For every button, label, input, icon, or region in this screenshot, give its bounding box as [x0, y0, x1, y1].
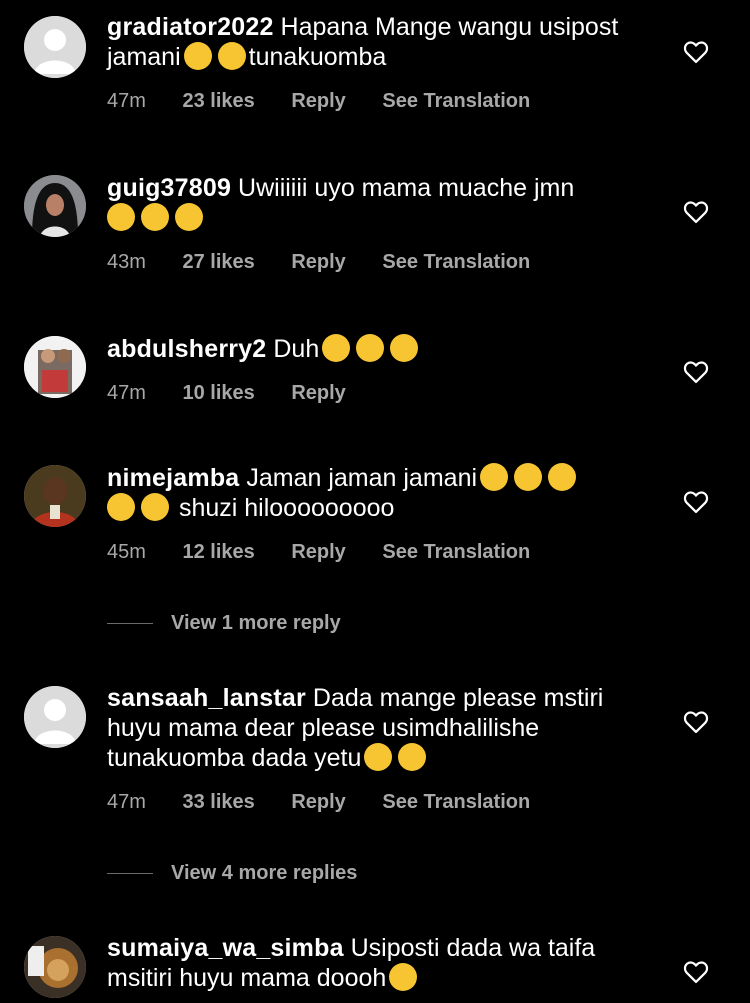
- comment-time: 47m: [107, 382, 146, 404]
- thread-line: [107, 873, 153, 875]
- comment-message-end: shuzi hilooooooooo: [178, 494, 395, 522]
- tears-of-joy-face-icon: [514, 463, 543, 491]
- avatar[interactable]: [24, 686, 86, 748]
- comment-username[interactable]: abdulsherry2: [107, 335, 266, 363]
- comment-text: sansaah_lanstar Dada mange please mstiri…: [107, 683, 647, 773]
- comment-username[interactable]: guig37809: [107, 174, 231, 202]
- heart-icon[interactable]: [682, 958, 710, 986]
- crying-face-icon: [141, 203, 169, 231]
- likes-count[interactable]: 33 likes: [182, 791, 254, 814]
- crying-face-icon: [398, 743, 427, 771]
- avatar[interactable]: [24, 936, 86, 998]
- astonished-face-icon: [322, 334, 351, 362]
- reply-button[interactable]: Reply: [291, 382, 345, 405]
- comment-text: nimejamba Jaman jaman jamani shuzi hiloo…: [107, 463, 647, 523]
- reply-button[interactable]: Reply: [291, 541, 345, 564]
- comment-text: sumaiya_wa_simba Usiposti dada wa taifa …: [107, 933, 647, 993]
- avatar[interactable]: [24, 336, 86, 398]
- comment-username[interactable]: sansaah_lanstar: [107, 684, 306, 712]
- heart-icon[interactable]: [682, 708, 710, 736]
- comment-time: 47m: [107, 90, 146, 112]
- comment-message: Duh: [273, 335, 320, 363]
- comment-time: 45m: [107, 541, 146, 563]
- comment-message: Jaman jaman jamani: [246, 464, 478, 492]
- tears-of-joy-face-icon: [141, 493, 169, 521]
- tears-of-joy-face-icon: [480, 463, 509, 491]
- view-more-label: View 1 more reply: [171, 612, 341, 634]
- astonished-face-icon: [390, 334, 419, 362]
- likes-count[interactable]: 12 likes: [182, 541, 254, 564]
- avatar[interactable]: [24, 16, 86, 78]
- comment-text: guig37809 Uwiiiiii uyo mama muache jmn: [107, 173, 647, 233]
- clapping-hands-icon: [364, 743, 393, 771]
- heart-icon[interactable]: [682, 38, 710, 66]
- crying-face-icon: [183, 42, 212, 70]
- heart-icon[interactable]: [682, 488, 710, 516]
- tears-of-joy-face-icon: [107, 493, 135, 521]
- see-translation-button[interactable]: See Translation: [382, 251, 530, 274]
- view-more-replies-button[interactable]: View 1 more reply: [107, 612, 341, 635]
- crying-face-icon: [175, 203, 203, 231]
- heart-icon[interactable]: [682, 198, 710, 226]
- tears-of-joy-face-icon: [548, 463, 577, 491]
- likes-count[interactable]: 23 likes: [182, 90, 254, 113]
- crying-face-icon: [217, 42, 246, 70]
- comment-meta: 43m 27 likes Reply See Translation: [107, 251, 647, 274]
- see-translation-button[interactable]: See Translation: [382, 791, 530, 814]
- likes-count[interactable]: 27 likes: [182, 251, 254, 274]
- reply-button[interactable]: Reply: [291, 90, 345, 113]
- comment-meta: 47m 23 likes Reply See Translation: [107, 90, 647, 113]
- reply-button[interactable]: Reply: [291, 251, 345, 274]
- comment-message: Uwiiiiii uyo mama muache jmn: [238, 174, 575, 202]
- comment-meta: 47m 10 likes Reply: [107, 382, 647, 405]
- thread-line: [107, 623, 153, 625]
- crying-face-icon: [107, 203, 135, 231]
- view-more-replies-button[interactable]: View 4 more replies: [107, 862, 357, 885]
- comment-time: 43m: [107, 251, 146, 273]
- comment-message-end: tunakuomba: [248, 43, 387, 71]
- comment-time: 47m: [107, 791, 146, 813]
- comment-meta: 47m 33 likes Reply See Translation: [107, 791, 647, 814]
- heart-icon[interactable]: [682, 358, 710, 386]
- avatar[interactable]: [24, 465, 86, 527]
- see-translation-button[interactable]: See Translation: [382, 90, 530, 113]
- comment-meta: 45m 12 likes Reply See Translation: [107, 541, 647, 564]
- avatar[interactable]: [24, 175, 86, 237]
- comment-username[interactable]: gradiator2022: [107, 13, 274, 41]
- see-translation-button[interactable]: See Translation: [382, 541, 530, 564]
- comment-text: abdulsherry2 Duh: [107, 334, 647, 364]
- comment-text: gradiator2022 Hapana Mange wangu usipost…: [107, 12, 647, 72]
- view-more-label: View 4 more replies: [171, 862, 358, 884]
- likes-count[interactable]: 10 likes: [182, 382, 254, 405]
- comment-username[interactable]: sumaiya_wa_simba: [107, 934, 344, 962]
- comment-username[interactable]: nimejamba: [107, 464, 239, 492]
- reply-button[interactable]: Reply: [291, 791, 345, 814]
- astonished-face-icon: [356, 334, 385, 362]
- crying-face-icon: [389, 963, 418, 991]
